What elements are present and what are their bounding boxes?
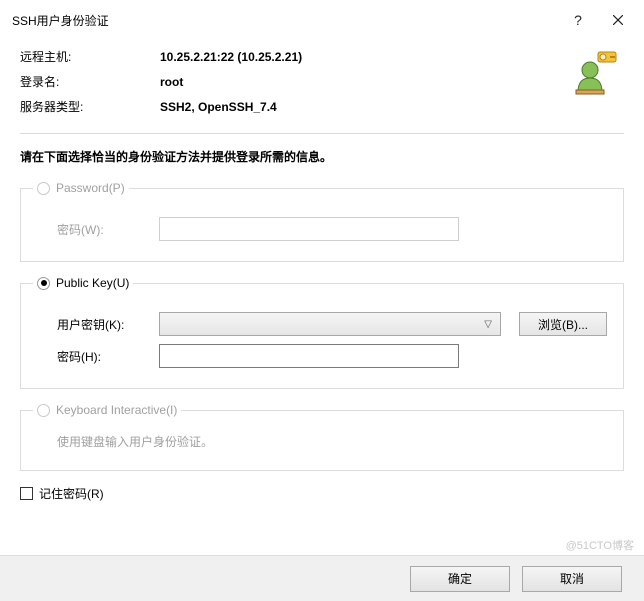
server-type-row: 服务器类型: SSH2, OpenSSH_7.4 [20, 98, 568, 115]
password-group: Password(P) 密码(W): [20, 181, 624, 262]
browse-button[interactable]: 浏览(B)... [519, 312, 607, 336]
ki-group-title: Keyboard Interactive(I) [56, 403, 177, 417]
publickey-group: Public Key(U) 用户密钥(K): ▽ 浏览(B)... 密码(H): [20, 276, 624, 389]
server-type-label: 服务器类型: [20, 98, 160, 115]
instruction-text: 请在下面选择恰当的身份验证方法并提供登录所需的信息。 [20, 148, 624, 165]
remember-checkbox[interactable] [20, 487, 33, 500]
publickey-group-title: Public Key(U) [56, 276, 129, 290]
ki-hint: 使用键盘输入用户身份验证。 [35, 433, 607, 450]
password-label: 密码(W): [57, 221, 149, 238]
button-bar: 确定 取消 [0, 555, 644, 601]
dialog-title: SSH用户身份验证 [12, 12, 558, 29]
userkey-label: 用户密钥(K): [57, 316, 149, 333]
watermark: @51CTO博客 [566, 537, 634, 553]
help-button[interactable]: ? [558, 8, 598, 32]
close-button[interactable] [598, 8, 638, 32]
login-row: 登录名: root [20, 73, 568, 90]
titlebar: SSH用户身份验证 ? [0, 0, 644, 40]
pk-password-input[interactable] [159, 344, 459, 368]
remote-host-value: 10.25.2.21:22 (10.25.2.21) [160, 50, 302, 64]
login-value: root [160, 75, 183, 89]
cancel-button[interactable]: 取消 [522, 566, 622, 592]
ki-radio[interactable] [37, 404, 50, 417]
divider [20, 133, 624, 134]
remote-host-row: 远程主机: 10.25.2.21:22 (10.25.2.21) [20, 48, 568, 65]
login-label: 登录名: [20, 73, 160, 90]
cancel-label: 取消 [560, 570, 584, 587]
server-type-value: SSH2, OpenSSH_7.4 [160, 100, 277, 114]
publickey-radio[interactable] [37, 277, 50, 290]
chevron-down-icon: ▽ [484, 319, 492, 330]
password-input [159, 217, 459, 241]
remote-host-label: 远程主机: [20, 48, 160, 65]
close-icon [613, 15, 623, 25]
userkey-select[interactable]: ▽ [159, 312, 501, 336]
ok-button[interactable]: 确定 [410, 566, 510, 592]
remember-label: 记住密码(R) [39, 485, 104, 502]
browse-label: 浏览(B)... [538, 316, 588, 333]
password-group-title: Password(P) [56, 181, 125, 195]
ok-label: 确定 [448, 570, 472, 587]
password-radio[interactable] [37, 182, 50, 195]
keyboard-interactive-group: Keyboard Interactive(I) 使用键盘输入用户身份验证。 [20, 403, 624, 471]
pk-password-label: 密码(H): [57, 348, 149, 365]
user-key-icon [572, 48, 620, 96]
